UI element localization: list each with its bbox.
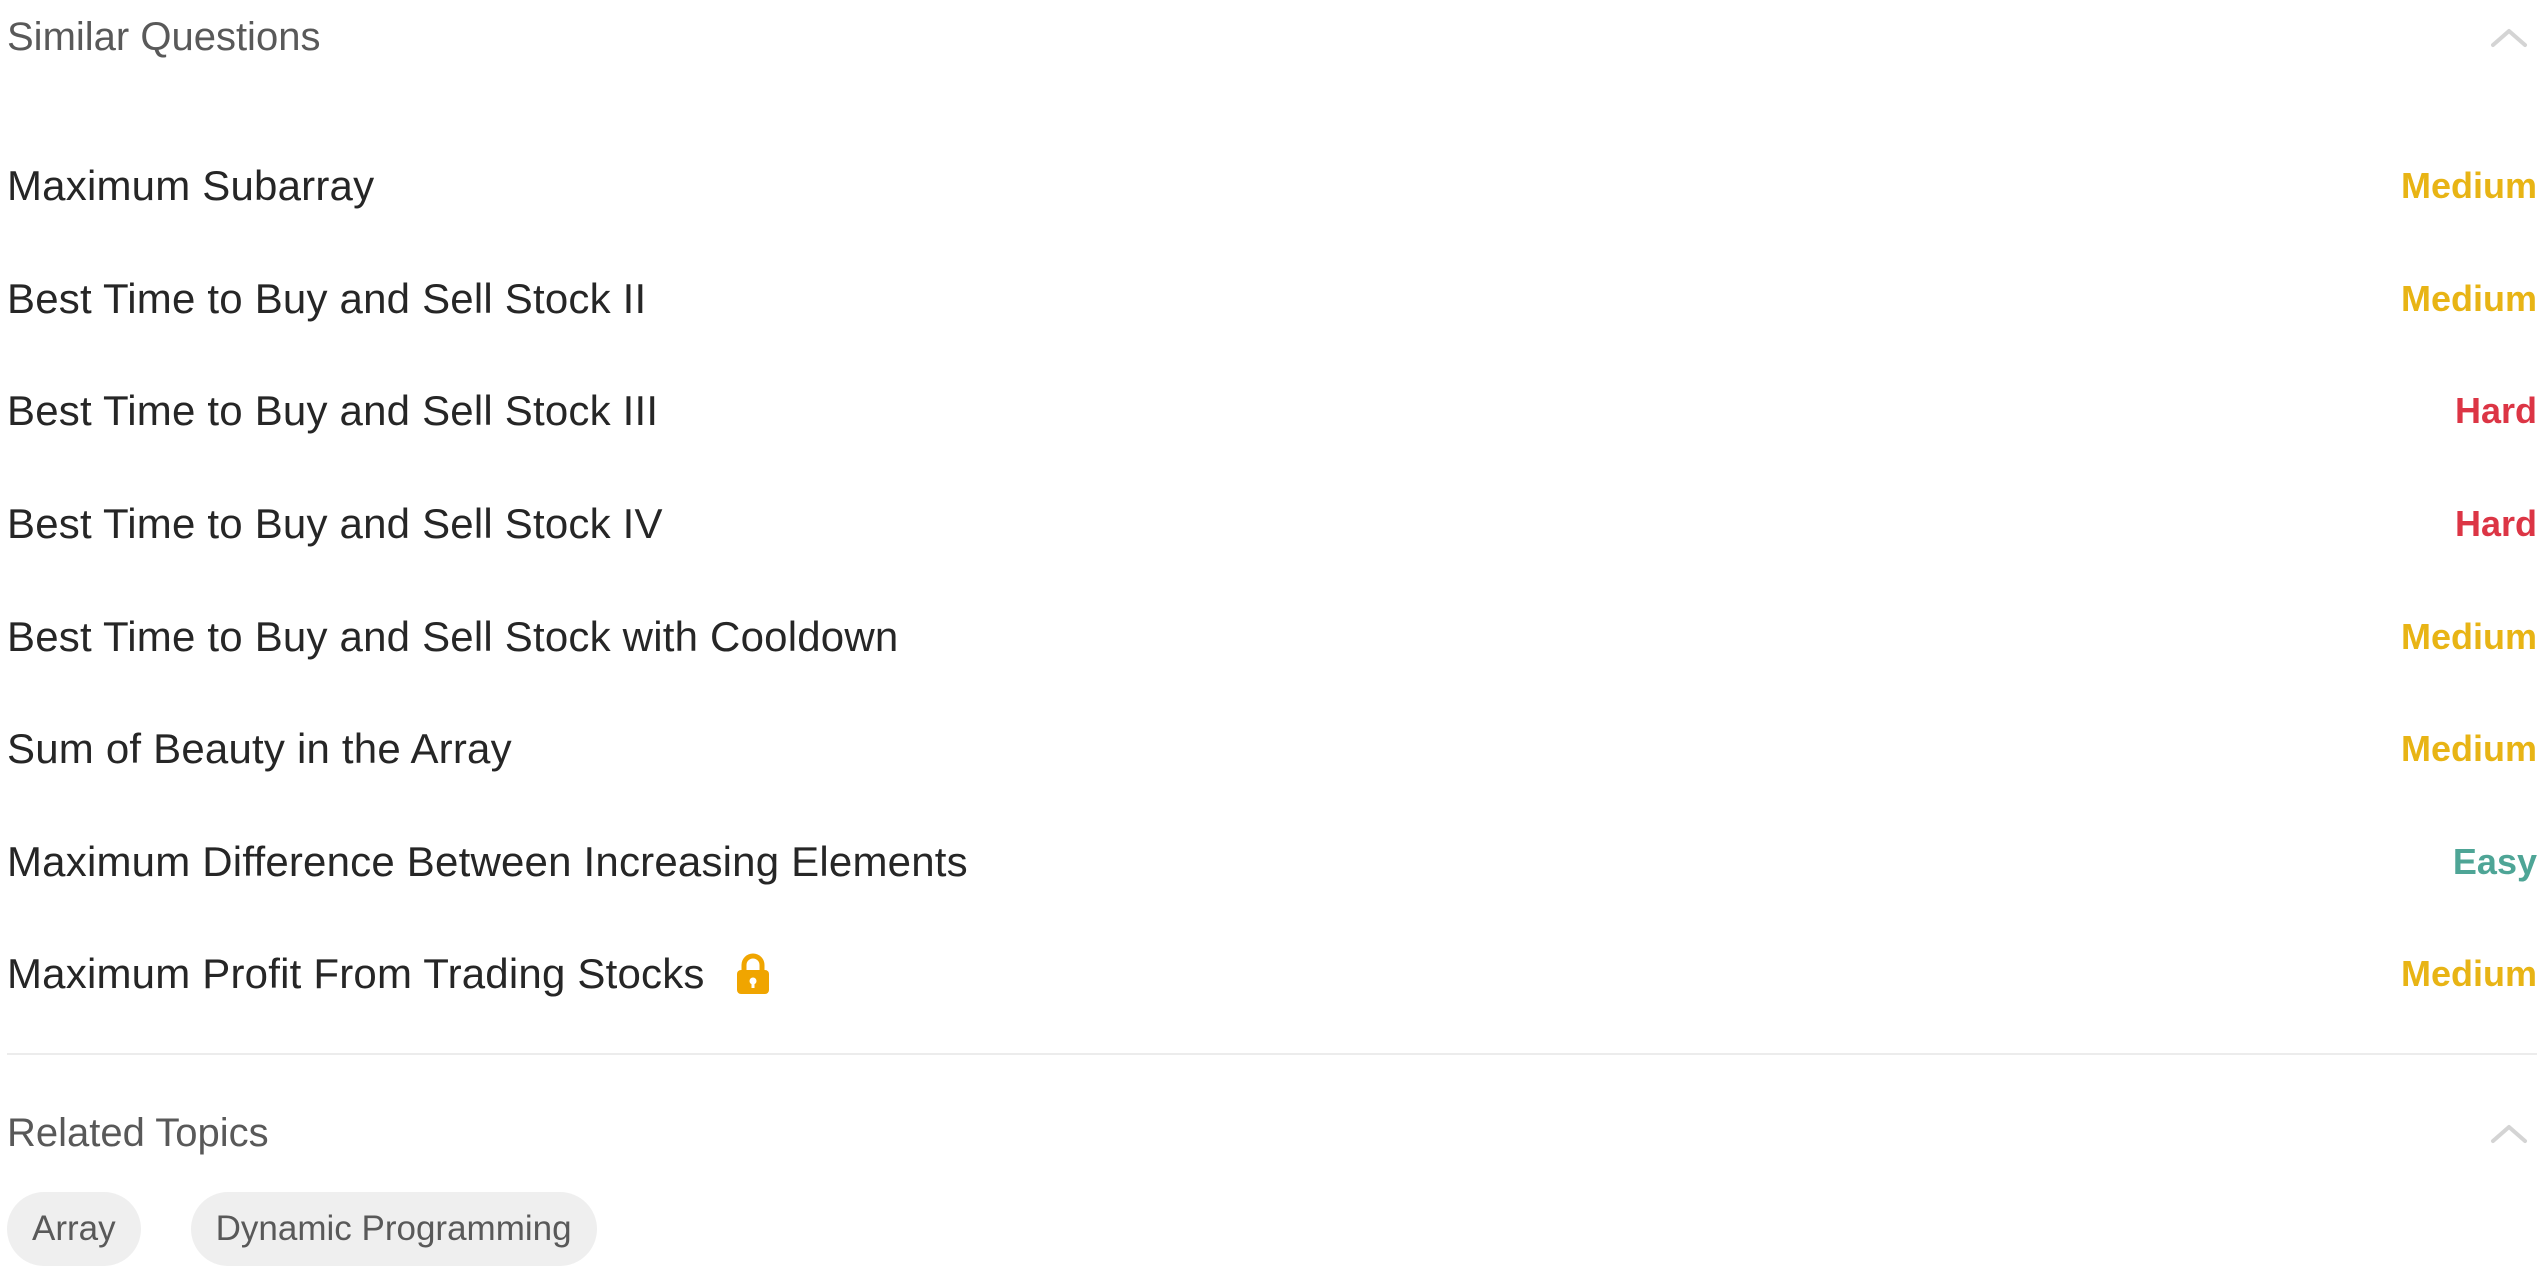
difficulty-label: Medium (2400, 953, 2537, 995)
difficulty-label: Medium (2400, 615, 2537, 657)
question-title[interactable]: Best Time to Buy and Sell Stock III (7, 387, 658, 435)
difficulty-label: Hard (2454, 390, 2537, 432)
similar-questions-header[interactable]: Similar Questions (7, 2, 2537, 72)
similar-questions-title: Similar Questions (7, 14, 321, 59)
difficulty-label: Easy (2452, 840, 2537, 882)
page: Similar Questions Maximum Subarray Medium… (0, 0, 2548, 1269)
section-divider (7, 1053, 2537, 1055)
related-topics-title: Related Topics (7, 1110, 269, 1155)
question-title[interactable]: Best Time to Buy and Sell Stock IV (7, 500, 663, 548)
difficulty-label: Medium (2400, 277, 2537, 319)
question-left: Best Time to Buy and Sell Stock III (7, 387, 658, 435)
question-title[interactable]: Maximum Difference Between Increasing El… (7, 838, 968, 886)
question-left: Best Time to Buy and Sell Stock II (7, 275, 646, 323)
question-row[interactable]: Best Time to Buy and Sell Stock II Medium (7, 243, 2537, 356)
question-left: Sum of Beauty in the Array (7, 725, 512, 773)
question-left: Maximum Difference Between Increasing El… (7, 838, 968, 886)
question-row[interactable]: Best Time to Buy and Sell Stock IV Hard (7, 468, 2537, 581)
topic-tag[interactable]: Dynamic Programming (190, 1192, 597, 1266)
question-left: Best Time to Buy and Sell Stock with Coo… (7, 613, 898, 661)
question-row[interactable]: Best Time to Buy and Sell Stock with Coo… (7, 580, 2537, 693)
chevron-up-icon[interactable] (2481, 9, 2537, 65)
chevron-up-icon[interactable] (2481, 1105, 2537, 1161)
related-topics-tags: Array Dynamic Programming (7, 1192, 597, 1266)
difficulty-label: Hard (2454, 503, 2537, 545)
question-title[interactable]: Maximum Subarray (7, 162, 374, 210)
related-topics-header[interactable]: Related Topics (7, 1098, 2537, 1168)
similar-questions-list: Maximum Subarray Medium Best Time to Buy a… (7, 130, 2537, 1031)
question-row[interactable]: Sum of Beauty in the Array Medium (7, 693, 2537, 806)
difficulty-label: Medium (2400, 165, 2537, 207)
question-left: Best Time to Buy and Sell Stock IV (7, 500, 663, 548)
question-row[interactable]: Maximum Profit From Trading Stocks Medium (7, 918, 2537, 1031)
topic-tag[interactable]: Array (7, 1192, 141, 1266)
question-title[interactable]: Maximum Profit From Trading Stocks (7, 950, 705, 998)
lock-icon (733, 952, 773, 996)
question-row[interactable]: Maximum Subarray Medium (7, 130, 2537, 243)
question-title[interactable]: Best Time to Buy and Sell Stock with Coo… (7, 613, 898, 661)
question-left: Maximum Profit From Trading Stocks (7, 950, 773, 998)
question-row[interactable]: Maximum Difference Between Increasing El… (7, 806, 2537, 919)
question-title[interactable]: Sum of Beauty in the Array (7, 725, 512, 773)
question-left: Maximum Subarray (7, 162, 374, 210)
question-row[interactable]: Best Time to Buy and Sell Stock III Hard (7, 355, 2537, 468)
difficulty-label: Medium (2400, 728, 2537, 770)
question-title[interactable]: Best Time to Buy and Sell Stock II (7, 275, 646, 323)
